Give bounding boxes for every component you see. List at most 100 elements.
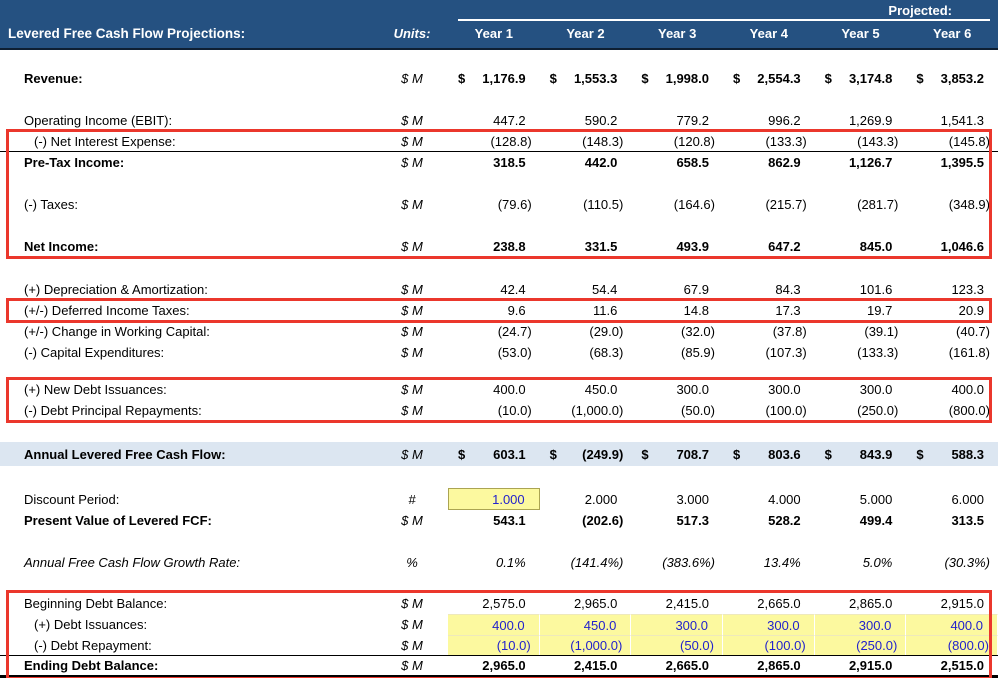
- cell-fcf-y3[interactable]: $708.7: [631, 442, 723, 466]
- row-label-fcf[interactable]: Annual Levered Free Cash Flow:: [0, 447, 376, 462]
- cell-repay2-y2[interactable]: (1,000.0): [540, 635, 632, 655]
- cell-taxes-y5[interactable]: (281.7): [815, 194, 907, 215]
- cell-pretax-y3[interactable]: 658.5: [631, 152, 723, 173]
- cell-nie-y6[interactable]: (145.8): [906, 131, 998, 151]
- cell-discount-y6[interactable]: 6.000: [906, 488, 998, 510]
- units-cell-discount[interactable]: #: [376, 492, 448, 507]
- row-label-begdebt[interactable]: Beginning Debt Balance:: [0, 596, 376, 611]
- cell-revenue-y2[interactable]: $1,553.3: [540, 68, 632, 89]
- cell-newdebt-y2[interactable]: 450.0: [540, 379, 632, 400]
- cell-repay2-y6[interactable]: (800.0): [906, 635, 998, 655]
- cell-nie-y1[interactable]: (128.8): [448, 131, 540, 151]
- cell-netincome-y6[interactable]: 1,046.6: [906, 236, 998, 257]
- cell-da-y1[interactable]: 42.4: [448, 279, 540, 300]
- cell-discount-y5[interactable]: 5.000: [815, 488, 907, 510]
- cell-pv-y1[interactable]: 543.1: [448, 510, 540, 531]
- cell-discount-y1[interactable]: 1.000: [448, 488, 540, 510]
- row-label-wc[interactable]: (+/-) Change in Working Capital:: [0, 324, 376, 339]
- cell-repay-y2[interactable]: (1,000.0): [540, 400, 632, 421]
- cell-ending-y5[interactable]: 2,915.0: [815, 656, 907, 675]
- cell-pretax-y5[interactable]: 1,126.7: [815, 152, 907, 173]
- units-cell-repay2[interactable]: $ M: [376, 638, 448, 653]
- cell-netincome-y2[interactable]: 331.5: [540, 236, 632, 257]
- cell-issu-y3[interactable]: 300.0: [631, 614, 723, 635]
- units-cell-repay[interactable]: $ M: [376, 403, 448, 418]
- cell-begdebt-y2[interactable]: 2,965.0: [540, 592, 632, 614]
- row-label-pv[interactable]: Present Value of Levered FCF:: [0, 513, 376, 528]
- cell-ebit-y5[interactable]: 1,269.9: [815, 110, 907, 131]
- cell-netincome-y1[interactable]: 238.8: [448, 236, 540, 257]
- cell-begdebt-y6[interactable]: 2,915.0: [906, 592, 998, 614]
- cell-discount-y3[interactable]: 3.000: [631, 488, 723, 510]
- cell-growth-y5[interactable]: 5.0%: [815, 552, 907, 573]
- cell-pv-y3[interactable]: 517.3: [631, 510, 723, 531]
- cell-ending-y2[interactable]: 2,415.0: [540, 656, 632, 675]
- cell-issu-y5[interactable]: 300.0: [815, 614, 907, 635]
- row-label-repay2[interactable]: (-) Debt Repayment:: [0, 638, 376, 653]
- cell-pv-y5[interactable]: 499.4: [815, 510, 907, 531]
- row-label-newdebt[interactable]: (+) New Debt Issuances:: [0, 382, 376, 397]
- row-label-pretax[interactable]: Pre-Tax Income:: [0, 155, 376, 170]
- cell-revenue-y6[interactable]: $3,853.2: [906, 68, 998, 89]
- cell-da-y3[interactable]: 67.9: [631, 279, 723, 300]
- units-cell-newdebt[interactable]: $ M: [376, 382, 448, 397]
- cell-pretax-y4[interactable]: 862.9: [723, 152, 815, 173]
- units-cell-nie[interactable]: $ M: [376, 134, 448, 149]
- cell-fcf-y2[interactable]: $(249.9): [540, 442, 632, 466]
- cell-fcf-y6[interactable]: $588.3: [906, 442, 998, 466]
- cell-begdebt-y5[interactable]: 2,865.0: [815, 592, 907, 614]
- cell-growth-y3[interactable]: (383.6%): [631, 552, 723, 573]
- cell-capex-y2[interactable]: (68.3): [540, 342, 632, 363]
- cell-newdebt-y1[interactable]: 400.0: [448, 379, 540, 400]
- row-label-growth[interactable]: Annual Free Cash Flow Growth Rate:: [0, 555, 376, 570]
- row-label-repay[interactable]: (-) Debt Principal Repayments:: [0, 403, 376, 418]
- cell-pv-y2[interactable]: (202.6): [540, 510, 632, 531]
- units-cell-netincome[interactable]: $ M: [376, 239, 448, 254]
- row-label-ebit[interactable]: Operating Income (EBIT):: [0, 113, 376, 128]
- cell-revenue-y3[interactable]: $1,998.0: [631, 68, 723, 89]
- cell-wc-y1[interactable]: (24.7): [448, 321, 540, 342]
- cell-discount-y4[interactable]: 4.000: [723, 488, 815, 510]
- cell-pv-y6[interactable]: 313.5: [906, 510, 998, 531]
- cell-revenue-y4[interactable]: $2,554.3: [723, 68, 815, 89]
- units-cell-begdebt[interactable]: $ M: [376, 596, 448, 611]
- cell-netincome-y3[interactable]: 493.9: [631, 236, 723, 257]
- row-label-da[interactable]: (+) Depreciation & Amortization:: [0, 282, 376, 297]
- cell-ebit-y6[interactable]: 1,541.3: [906, 110, 998, 131]
- cell-wc-y6[interactable]: (40.7): [906, 321, 998, 342]
- cell-newdebt-y6[interactable]: 400.0: [906, 379, 998, 400]
- row-label-taxes[interactable]: (-) Taxes:: [0, 197, 376, 212]
- row-label-revenue[interactable]: Revenue:: [0, 71, 376, 86]
- row-label-dit[interactable]: (+/-) Deferred Income Taxes:: [0, 303, 376, 318]
- cell-growth-y4[interactable]: 13.4%: [723, 552, 815, 573]
- cell-repay2-y1[interactable]: (10.0): [448, 635, 540, 655]
- cell-taxes-y3[interactable]: (164.6): [631, 194, 723, 215]
- cell-fcf-y1[interactable]: $603.1: [448, 442, 540, 466]
- units-cell-taxes[interactable]: $ M: [376, 197, 448, 212]
- row-label-capex[interactable]: (-) Capital Expenditures:: [0, 345, 376, 360]
- cell-capex-y3[interactable]: (85.9): [631, 342, 723, 363]
- cell-newdebt-y5[interactable]: 300.0: [815, 379, 907, 400]
- units-cell-ending[interactable]: $ M: [376, 658, 448, 673]
- cell-pv-y4[interactable]: 528.2: [723, 510, 815, 531]
- cell-dit-y2[interactable]: 11.6: [540, 300, 632, 321]
- cell-ending-y4[interactable]: 2,865.0: [723, 656, 815, 675]
- cell-capex-y5[interactable]: (133.3): [815, 342, 907, 363]
- cell-fcf-y4[interactable]: $803.6: [723, 442, 815, 466]
- cell-revenue-y1[interactable]: $1,176.9: [448, 68, 540, 89]
- units-cell-pretax[interactable]: $ M: [376, 155, 448, 170]
- cell-da-y2[interactable]: 54.4: [540, 279, 632, 300]
- cell-wc-y4[interactable]: (37.8): [723, 321, 815, 342]
- cell-newdebt-y4[interactable]: 300.0: [723, 379, 815, 400]
- cell-ending-y3[interactable]: 2,665.0: [631, 656, 723, 675]
- cell-begdebt-y1[interactable]: 2,575.0: [448, 592, 540, 614]
- cell-growth-y2[interactable]: (141.4%): [540, 552, 632, 573]
- cell-newdebt-y3[interactable]: 300.0: [631, 379, 723, 400]
- cell-ebit-y4[interactable]: 996.2: [723, 110, 815, 131]
- cell-issu-y2[interactable]: 450.0: [540, 614, 632, 635]
- cell-taxes-y1[interactable]: (79.6): [448, 194, 540, 215]
- units-cell-wc[interactable]: $ M: [376, 324, 448, 339]
- cell-wc-y2[interactable]: (29.0): [540, 321, 632, 342]
- cell-capex-y1[interactable]: (53.0): [448, 342, 540, 363]
- cell-dit-y4[interactable]: 17.3: [723, 300, 815, 321]
